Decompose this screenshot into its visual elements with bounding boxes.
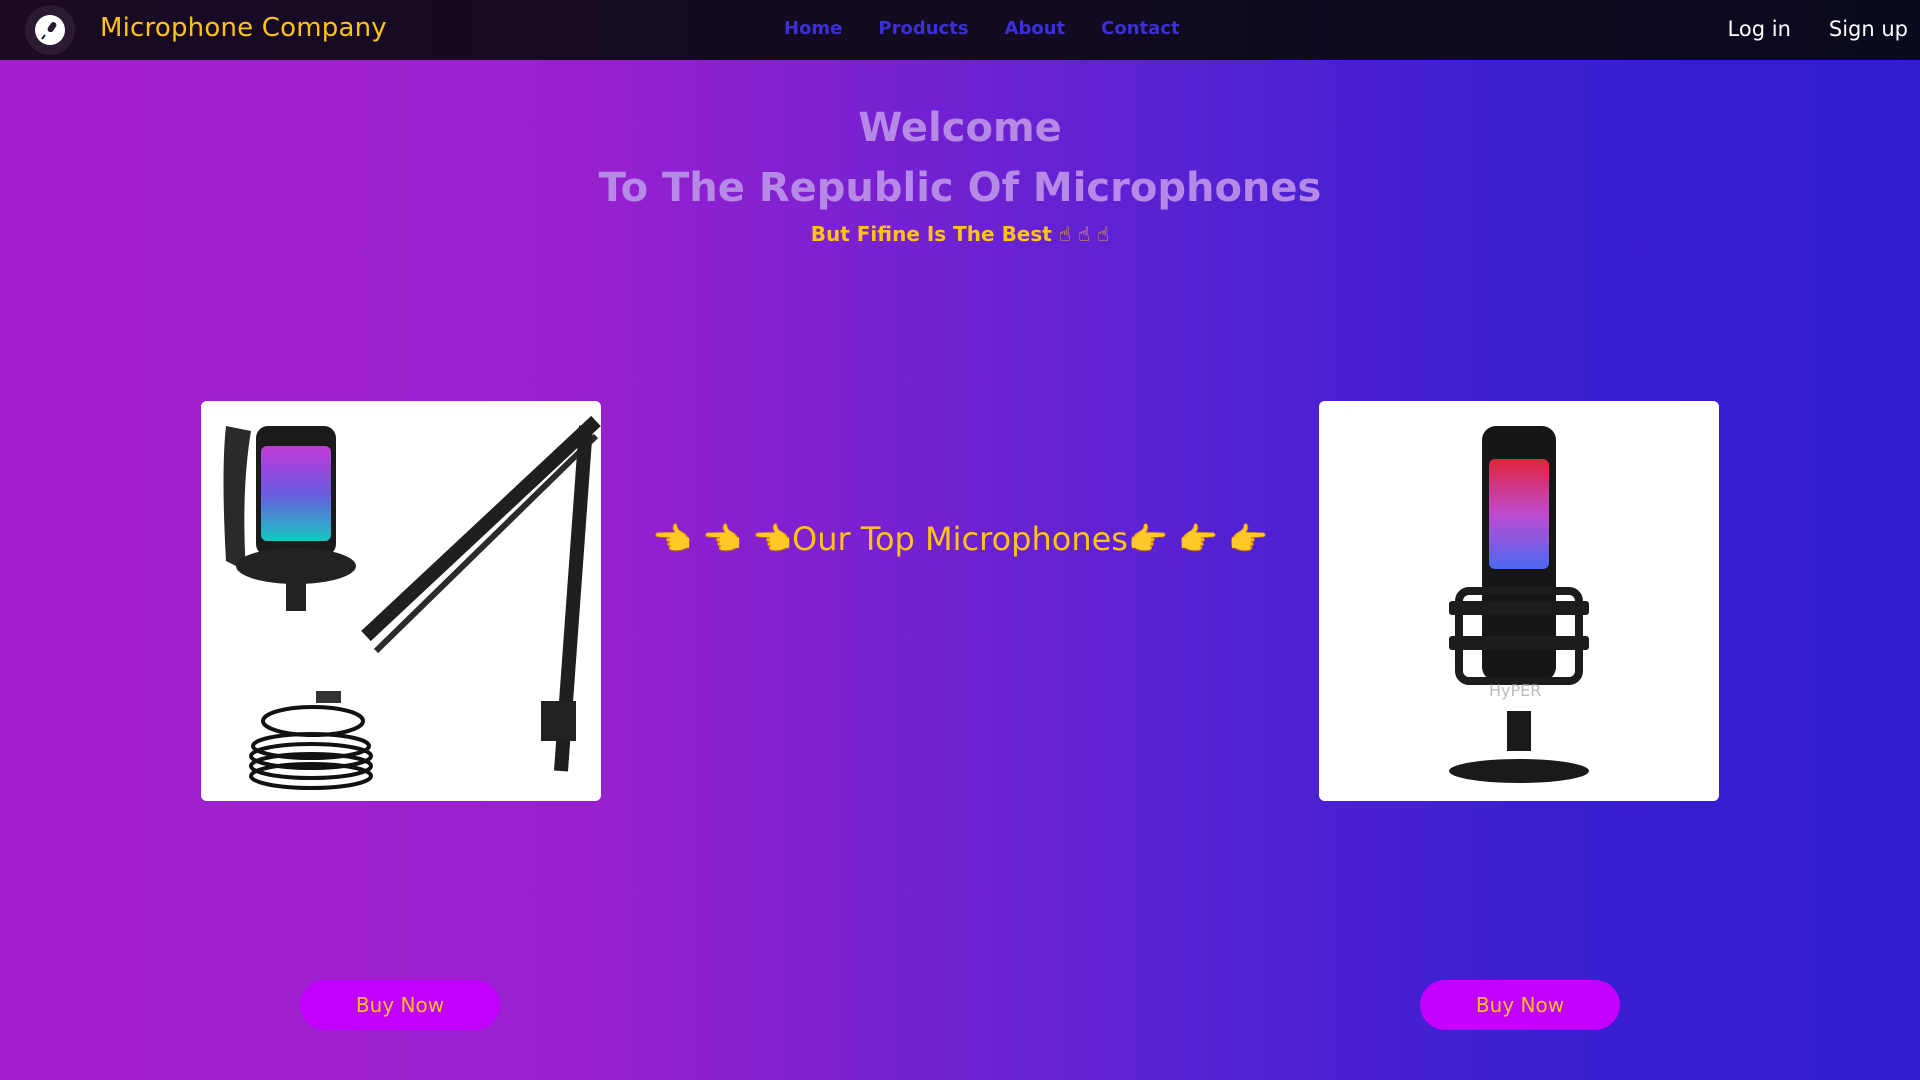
brand-name[interactable]: Microphone Company: [100, 13, 387, 43]
nav-contact[interactable]: Contact: [1101, 18, 1179, 39]
nav-products[interactable]: Products: [878, 18, 968, 39]
svg-text:HyPER: HyPER: [1489, 681, 1541, 700]
nav-about[interactable]: About: [1005, 18, 1066, 39]
main-nav: Home Products About Contact: [784, 18, 1180, 39]
hero-welcome: Welcome: [858, 105, 1062, 151]
fifine-microphone-image: [201, 401, 601, 801]
signup-link[interactable]: Sign up: [1829, 17, 1908, 41]
buy-now-button-right[interactable]: Buy Now: [1420, 980, 1620, 1030]
auth-links: Log in Sign up: [1728, 17, 1908, 41]
hyperx-microphone-image: HyPER: [1319, 401, 1719, 801]
product-card-hyperx[interactable]: HyPER: [1319, 401, 1719, 801]
login-link[interactable]: Log in: [1728, 17, 1791, 41]
top-navbar: Microphone Company Home Products About C…: [0, 0, 1920, 60]
logo[interactable]: [25, 5, 75, 55]
nav-home[interactable]: Home: [784, 18, 842, 39]
hero-tagline: But Fifine Is The Best ☝ ☝ ☝: [810, 222, 1110, 246]
hero-subtitle: To The Republic Of Microphones: [598, 165, 1322, 211]
microphone-logo-icon: [35, 15, 65, 45]
product-card-fifine[interactable]: [201, 401, 601, 801]
buy-now-button-left[interactable]: Buy Now: [300, 980, 500, 1030]
